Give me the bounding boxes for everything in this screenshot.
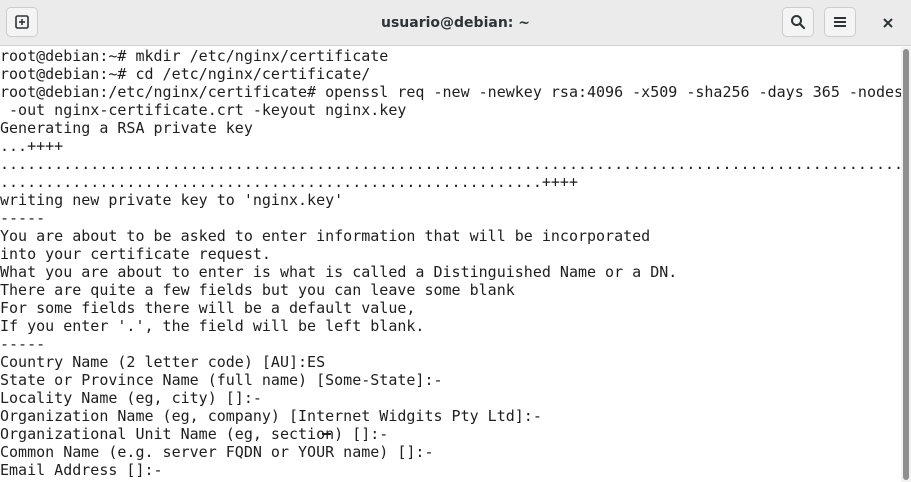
scrollbar[interactable]	[901, 47, 911, 482]
terminal-line: root@debian:/etc/nginx/certificate# open…	[0, 83, 901, 101]
close-button[interactable]	[873, 8, 903, 38]
menu-button[interactable]	[824, 7, 856, 37]
terminal-line: -out nginx-certificate.crt -keyout nginx…	[0, 101, 407, 119]
hamburger-menu-icon	[833, 15, 847, 29]
window-title: usuario@debian: ~	[381, 15, 530, 31]
terminal-line: Generating a RSA private key	[0, 119, 253, 137]
terminal-window: usuario@debian: ~ root@debian:~# mkdir /…	[0, 0, 911, 482]
terminal-line: Common Name (e.g. server FQDN or YOUR na…	[0, 443, 434, 461]
terminal-line: If you enter '.', the field will be left…	[0, 317, 425, 335]
terminal-line: Organization Name (eg, company) [Interne…	[0, 407, 542, 425]
terminal-line: ...++++	[0, 137, 64, 155]
terminal-line: What you are about to enter is what is c…	[0, 263, 678, 281]
terminal-line: Email Address []:-	[0, 461, 163, 479]
terminal-line: into your certificate request.	[0, 245, 271, 263]
new-tab-icon	[14, 14, 30, 30]
terminal-line: Locality Name (eg, city) []:-	[0, 389, 262, 407]
terminal-line: Country Name (2 letter code) [AU]:ES	[0, 353, 326, 371]
terminal-line: -----	[0, 209, 46, 227]
search-button[interactable]	[782, 7, 814, 37]
terminal-output[interactable]: root@debian:~# mkdir /etc/nginx/certific…	[0, 47, 901, 482]
terminal-line: ........................................…	[0, 173, 578, 191]
scrollbar-thumb[interactable]	[903, 49, 909, 480]
search-icon	[790, 14, 806, 30]
terminal-line: root@debian:~# mkdir /etc/nginx/certific…	[0, 47, 389, 65]
text-cursor	[322, 433, 331, 435]
terminal-line: For some fields there will be a default …	[0, 299, 416, 317]
terminal-line: writing new private key to 'nginx.key'	[0, 191, 344, 209]
terminal-line: ........................................…	[0, 155, 901, 173]
terminal-line: Organizational Unit Name (eg, section) […	[0, 425, 389, 443]
terminal-line: State or Province Name (full name) [Some…	[0, 371, 443, 389]
new-tab-button[interactable]	[6, 7, 38, 37]
terminal-line: You are about to be asked to enter infor…	[0, 227, 651, 245]
terminal-line: -----	[0, 335, 46, 353]
title-bar: usuario@debian: ~	[0, 0, 911, 46]
terminal-line: root@debian:~# cd /etc/nginx/certificate…	[0, 65, 371, 83]
close-icon	[882, 14, 894, 33]
terminal-line: There are quite a few fields but you can…	[0, 281, 515, 299]
